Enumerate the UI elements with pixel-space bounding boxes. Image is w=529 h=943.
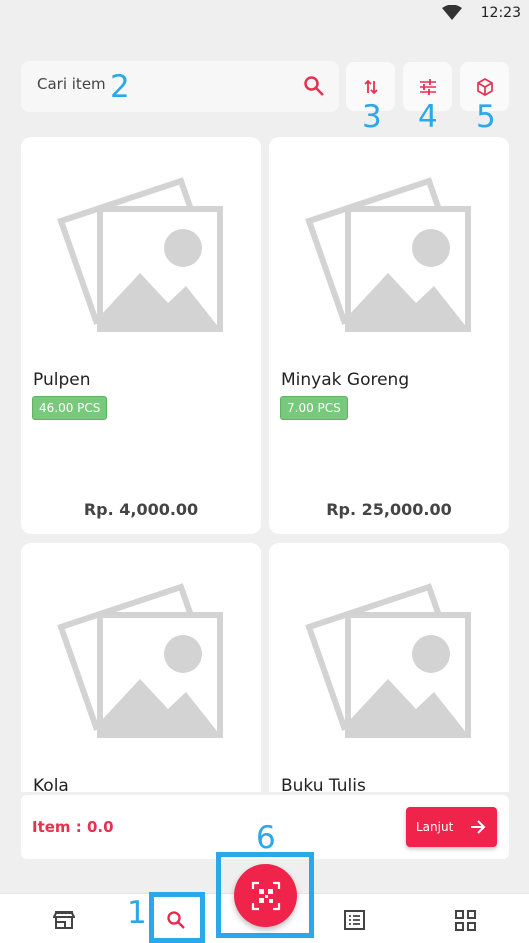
image-placeholder-icon <box>305 583 471 738</box>
product-name: Kola <box>33 776 69 792</box>
next-button-label: Lanjut <box>416 820 454 834</box>
product-card[interactable]: Buku Tulis <box>269 543 509 792</box>
status-bar: 12:23 <box>0 0 529 30</box>
cart-item-count: Item : 0.0 <box>32 818 114 836</box>
product-card[interactable]: Pulpen 46.00 PCS Rp. 4,000.00 <box>21 137 261 534</box>
grid-icon[interactable] <box>455 910 476 931</box>
next-button[interactable]: Lanjut <box>406 807 497 847</box>
annotation-1: 1 <box>127 895 147 931</box>
image-placeholder-icon <box>57 583 223 738</box>
sliders-icon <box>419 78 436 95</box>
image-placeholder-icon <box>57 177 223 332</box>
stock-badge: 7.00 PCS <box>280 396 348 420</box>
wifi-icon <box>442 5 462 20</box>
list-icon[interactable] <box>344 910 365 930</box>
product-name: Minyak Goreng <box>281 370 410 390</box>
cube-icon <box>476 77 493 96</box>
product-price: Rp. 25,000.00 <box>326 500 452 519</box>
product-grid-overflow: Kola Buku Tulis <box>0 543 529 792</box>
annotation-6: 6 <box>256 820 276 856</box>
arrow-right-icon <box>471 820 486 834</box>
sort-arrows-icon <box>363 79 378 94</box>
status-time: 12:23 <box>480 5 521 21</box>
product-price: Rp. 4,000.00 <box>83 500 199 519</box>
qr-scan-icon <box>251 881 280 910</box>
qr-scan-button[interactable] <box>234 864 297 927</box>
product-name: Buku Tulis <box>281 776 366 792</box>
store-icon[interactable] <box>53 910 75 930</box>
annotation-3: 3 <box>362 99 382 135</box>
search-box[interactable] <box>21 61 339 112</box>
product-card[interactable]: Kola <box>21 543 261 792</box>
annotation-2: 2 <box>110 69 130 105</box>
annotation-box-1 <box>149 892 205 943</box>
annotation-5: 5 <box>476 99 496 135</box>
product-card[interactable]: Minyak Goreng 7.00 PCS Rp. 25,000.00 <box>269 137 509 534</box>
search-icon[interactable] <box>303 75 325 97</box>
image-placeholder-icon <box>305 177 471 332</box>
product-name: Pulpen <box>33 370 91 390</box>
search-input[interactable] <box>37 75 287 93</box>
annotation-4: 4 <box>418 99 438 135</box>
stock-badge: 46.00 PCS <box>32 396 108 420</box>
